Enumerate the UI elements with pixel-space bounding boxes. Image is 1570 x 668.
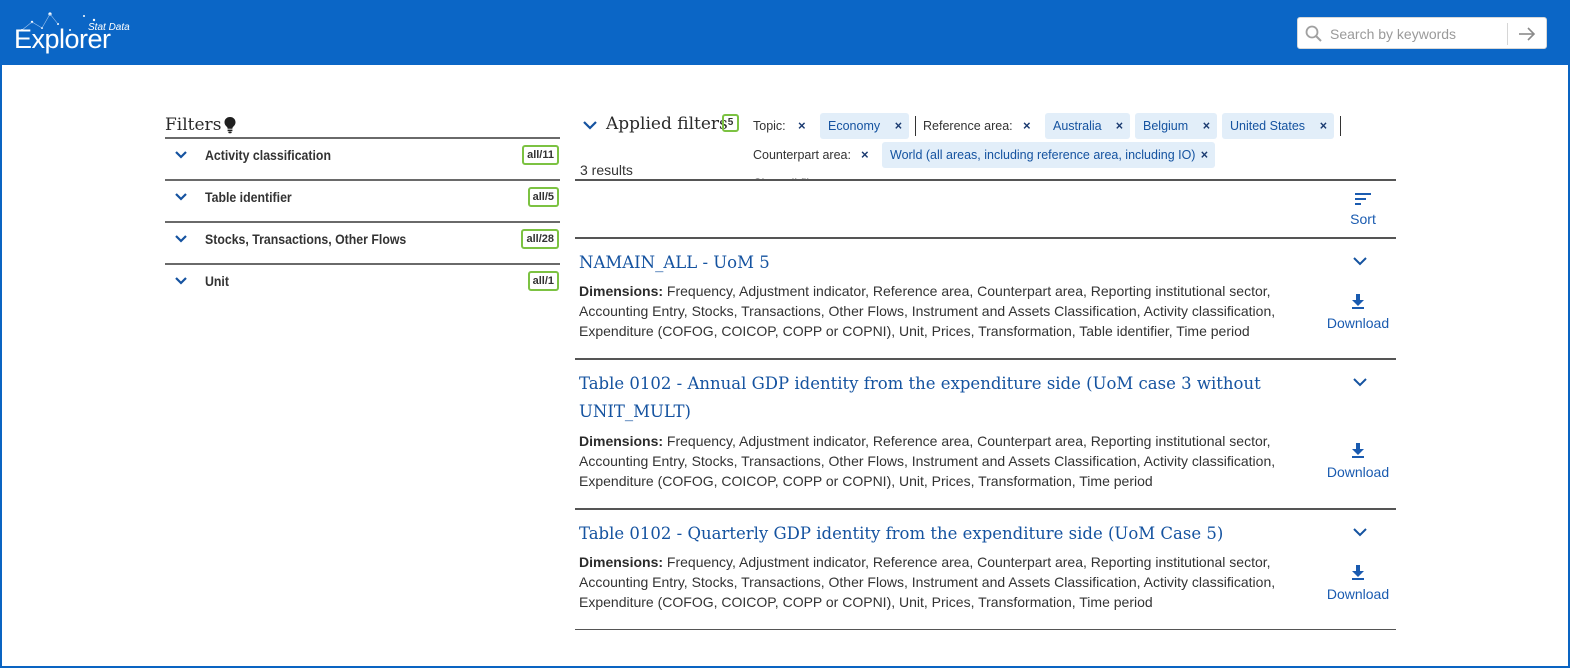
chip-world: World (all areas, including reference ar… xyxy=(882,142,1215,168)
download-icon xyxy=(1352,294,1364,309)
chip-label: Belgium xyxy=(1143,119,1189,133)
counterpart-area-label: Counterpart area: xyxy=(753,148,851,162)
filter-label: Table identifier xyxy=(205,189,292,205)
sort-label: Sort xyxy=(1350,211,1376,227)
reference-area-label: Reference area: xyxy=(923,119,1013,133)
search-submit-button[interactable] xyxy=(1512,22,1542,46)
filter-label: Activity classification xyxy=(205,147,331,163)
expand-chevron-icon[interactable] xyxy=(1351,525,1369,539)
remove-topic-button[interactable]: × xyxy=(798,118,806,133)
result-title-link[interactable]: Table 0102 - Annual GDP identity from th… xyxy=(579,370,1279,426)
chevron-down-icon xyxy=(175,151,187,159)
download-label: Download xyxy=(1326,315,1390,331)
filter-label: Stocks, Transactions, Other Flows xyxy=(205,231,407,247)
applied-filters-count: 5 xyxy=(722,114,739,132)
result-title-link[interactable]: NAMAIN_ALL - UoM 5 xyxy=(579,249,1279,277)
search-icon xyxy=(1305,25,1322,42)
result-item: Table 0102 - Quarterly GDP identity from… xyxy=(575,508,1396,629)
download-button[interactable]: Download xyxy=(1323,564,1393,602)
chip-belgium: Belgium × xyxy=(1135,113,1217,139)
remove-reference-area-button[interactable]: × xyxy=(1023,118,1031,133)
filters-title: Filters xyxy=(165,115,222,135)
chip-label: World (all areas, including reference ar… xyxy=(890,148,1196,162)
logo-text: Explorer xyxy=(14,24,111,54)
explorer-logo[interactable]: Stat Data Explorer xyxy=(12,10,132,58)
expand-chevron-icon[interactable] xyxy=(1351,375,1369,389)
filter-stocks-transactions[interactable]: Stocks, Transactions, Other Flows all/28 xyxy=(165,221,560,263)
filter-count-badge: all/5 xyxy=(527,187,559,207)
filter-table-identifier[interactable]: Table identifier all/5 xyxy=(165,179,560,221)
filter-count-badge: all/11 xyxy=(522,145,559,165)
result-title-link[interactable]: Table 0102 - Quarterly GDP identity from… xyxy=(579,520,1279,548)
filter-count-badge: all/28 xyxy=(521,229,559,249)
sort-button[interactable]: Sort xyxy=(1340,188,1386,230)
remove-chip-button[interactable]: × xyxy=(1201,142,1208,168)
remove-counterpart-area-button[interactable]: × xyxy=(861,147,869,162)
search-box xyxy=(1297,17,1547,49)
sort-icon xyxy=(1355,193,1371,205)
chevron-down-icon xyxy=(175,277,187,285)
top-header: Stat Data Explorer xyxy=(0,0,1570,65)
download-button[interactable]: Download xyxy=(1323,442,1393,480)
filter-activity-classification[interactable]: Activity classification all/11 xyxy=(165,137,560,179)
applied-filters-title: Applied filters xyxy=(606,114,728,134)
dimensions-label: Dimensions: xyxy=(579,554,664,570)
result-item: Table 0102 - Annual GDP identity from th… xyxy=(575,358,1396,510)
results-bottom-divider xyxy=(575,629,1396,630)
chevron-down-icon xyxy=(175,193,187,201)
facet-separator xyxy=(1340,116,1341,136)
facet-separator xyxy=(915,116,916,136)
search-input[interactable] xyxy=(1330,22,1500,46)
dimensions-text: Frequency, Adjustment indicator, Referen… xyxy=(579,433,1276,489)
filter-label: Unit xyxy=(205,273,229,289)
results-top-divider xyxy=(575,179,1396,181)
topic-label: Topic: xyxy=(753,119,786,133)
download-button[interactable]: Download xyxy=(1323,293,1393,331)
chip-label: Economy xyxy=(828,119,881,133)
expand-chevron-icon[interactable] xyxy=(1351,254,1369,268)
download-icon xyxy=(1352,565,1364,580)
dimensions-text: Frequency, Adjustment indicator, Referen… xyxy=(579,283,1276,339)
result-item: NAMAIN_ALL - UoM 5 Dimensions: Frequency… xyxy=(575,237,1396,359)
download-label: Download xyxy=(1326,586,1390,602)
applied-filters-chevron-icon[interactable] xyxy=(582,117,598,133)
chip-label: United States xyxy=(1230,119,1306,133)
download-icon xyxy=(1352,443,1364,458)
chip-label: Australia xyxy=(1053,119,1102,133)
result-dimensions: Dimensions: Frequency, Adjustment indica… xyxy=(579,281,1284,341)
chevron-down-icon xyxy=(175,235,187,243)
arrow-right-icon xyxy=(1519,27,1536,41)
filter-unit[interactable]: Unit all/1 xyxy=(165,263,560,305)
results-count: 3 results xyxy=(580,162,633,178)
chip-united-states: United States × xyxy=(1222,113,1334,139)
result-dimensions: Dimensions: Frequency, Adjustment indica… xyxy=(579,431,1284,491)
chip-economy: Economy × xyxy=(820,113,909,139)
remove-chip-button[interactable]: × xyxy=(1116,113,1123,139)
remove-chip-button[interactable]: × xyxy=(1203,113,1210,139)
remove-chip-button[interactable]: × xyxy=(1320,113,1327,139)
filter-count-badge: all/1 xyxy=(527,271,559,291)
search-divider xyxy=(1507,23,1508,45)
dimensions-text: Frequency, Adjustment indicator, Referen… xyxy=(579,554,1276,610)
result-dimensions: Dimensions: Frequency, Adjustment indica… xyxy=(579,552,1284,612)
download-label: Download xyxy=(1326,464,1390,480)
remove-chip-button[interactable]: × xyxy=(895,113,902,139)
dimensions-label: Dimensions: xyxy=(579,283,664,299)
lightbulb-icon[interactable] xyxy=(223,116,237,134)
chip-australia: Australia × xyxy=(1045,113,1130,139)
dimensions-label: Dimensions: xyxy=(579,433,664,449)
